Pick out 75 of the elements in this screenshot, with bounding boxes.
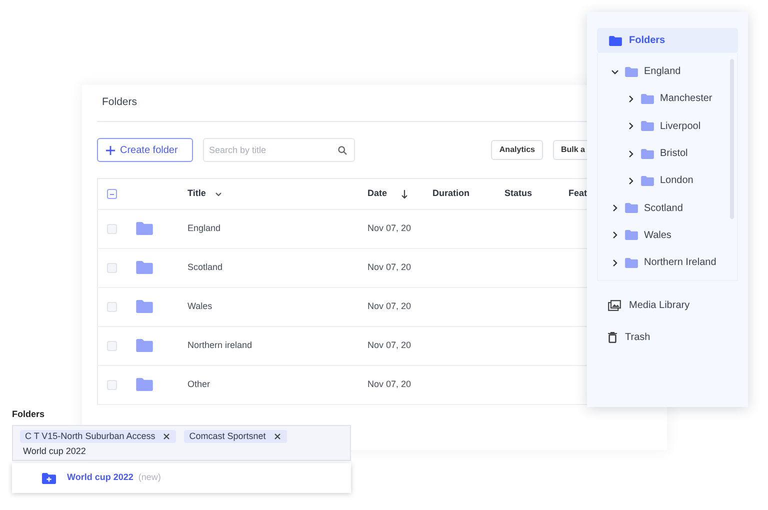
table-cell: Nov 07, 20	[368, 223, 412, 234]
trash-icon	[608, 332, 617, 342]
table-cell: Nov 07, 20	[368, 301, 412, 312]
chevron-right-icon[interactable]	[611, 231, 619, 240]
tree-item[interactable]: Bristol	[598, 140, 737, 168]
row-checkbox[interactable]	[107, 302, 117, 312]
folder-icon	[625, 203, 638, 214]
tree-item[interactable]: Scotland	[598, 194, 737, 222]
folder-icon	[136, 339, 152, 352]
arrow-down-icon[interactable]	[401, 190, 408, 198]
chevron-right-icon[interactable]	[627, 176, 635, 185]
tree-item[interactable]: Manchester	[598, 85, 737, 113]
table-cell: Other	[188, 379, 210, 390]
folder-icon	[641, 121, 654, 132]
search-icon	[338, 146, 347, 155]
chevron-down-icon[interactable]	[611, 68, 619, 76]
image-gallery-icon	[608, 300, 621, 310]
tree-item[interactable]: England	[598, 58, 737, 86]
close-icon[interactable]	[274, 433, 281, 440]
table-cell: Nov 07, 20	[368, 262, 412, 272]
sidebar-item[interactable]: Folders	[597, 28, 738, 53]
chevron-right-icon[interactable]	[627, 94, 635, 103]
column-header[interactable]: Feat	[568, 187, 587, 201]
folder-icon	[625, 66, 638, 77]
folder-icon	[136, 222, 152, 236]
sidebar-item[interactable]: Media Library	[597, 289, 738, 321]
tree-item[interactable]: London	[598, 167, 737, 194]
folder-icon	[641, 94, 654, 104]
tree-item[interactable]: Northern Ireland	[598, 249, 737, 276]
table-cell: Northern ireland	[188, 340, 252, 350]
tree-item[interactable]: Wales	[598, 222, 737, 250]
new-label: (new)	[138, 471, 161, 484]
column-header[interactable]: Duration	[432, 187, 470, 201]
tree-item[interactable]: Liverpool	[598, 112, 737, 140]
row-checkbox[interactable]	[107, 380, 117, 390]
chevron-right-icon[interactable]	[611, 204, 619, 212]
folder-icon	[641, 176, 654, 186]
table-cell: Nov 07, 20	[368, 379, 412, 390]
folder-icon	[136, 378, 152, 392]
column-header[interactable]: Date	[368, 187, 388, 201]
chevron-right-icon[interactable]	[627, 150, 635, 158]
row-checkbox[interactable]	[107, 340, 117, 351]
table-cell: Nov 07, 20	[368, 340, 412, 350]
table-cell: Wales	[188, 301, 212, 312]
search-field[interactable]: Search by title	[203, 138, 355, 162]
column-header[interactable]: Status	[504, 187, 532, 201]
folder-icon	[641, 148, 654, 159]
column-header[interactable]: Title	[188, 187, 206, 201]
tag-chip: C T V15-North Suburban Access	[20, 430, 176, 443]
folder-icon	[136, 261, 152, 274]
row-checkbox[interactable]	[107, 224, 117, 234]
folder-icon	[136, 300, 152, 314]
folder-icon	[609, 36, 622, 46]
row-checkbox[interactable]	[107, 262, 117, 273]
toolbar-button[interactable]: Bulk a	[552, 140, 587, 160]
select-all-checkbox[interactable]	[107, 188, 117, 199]
panel-title: Folders	[102, 95, 138, 110]
table-cell: England	[188, 223, 221, 234]
field-label: Folders	[12, 408, 45, 421]
chevron-right-icon[interactable]	[611, 258, 619, 267]
folder-icon	[625, 258, 638, 268]
sidebar-item[interactable]: Trash	[597, 321, 738, 353]
suggestion-item[interactable]: World cup 2022	[67, 471, 134, 485]
close-icon[interactable]	[163, 433, 170, 440]
folder-plus-icon	[42, 472, 56, 484]
folder-icon	[625, 230, 638, 240]
chevron-right-icon[interactable]	[627, 122, 635, 130]
table-cell: Scotland	[188, 262, 223, 272]
tag-input-field[interactable]: C T V15-North Suburban Access Comcast Sportsnet World cup 2022	[12, 425, 351, 461]
tag-text-input[interactable]: World cup 2022	[20, 445, 343, 458]
create-folder-button[interactable]: Create folder	[97, 138, 193, 162]
chevron-down-icon[interactable]	[214, 192, 222, 196]
toolbar-button[interactable]: Analytics	[491, 140, 543, 160]
tag-chip: Comcast Sportsnet	[184, 430, 287, 443]
plus-icon	[106, 146, 115, 154]
